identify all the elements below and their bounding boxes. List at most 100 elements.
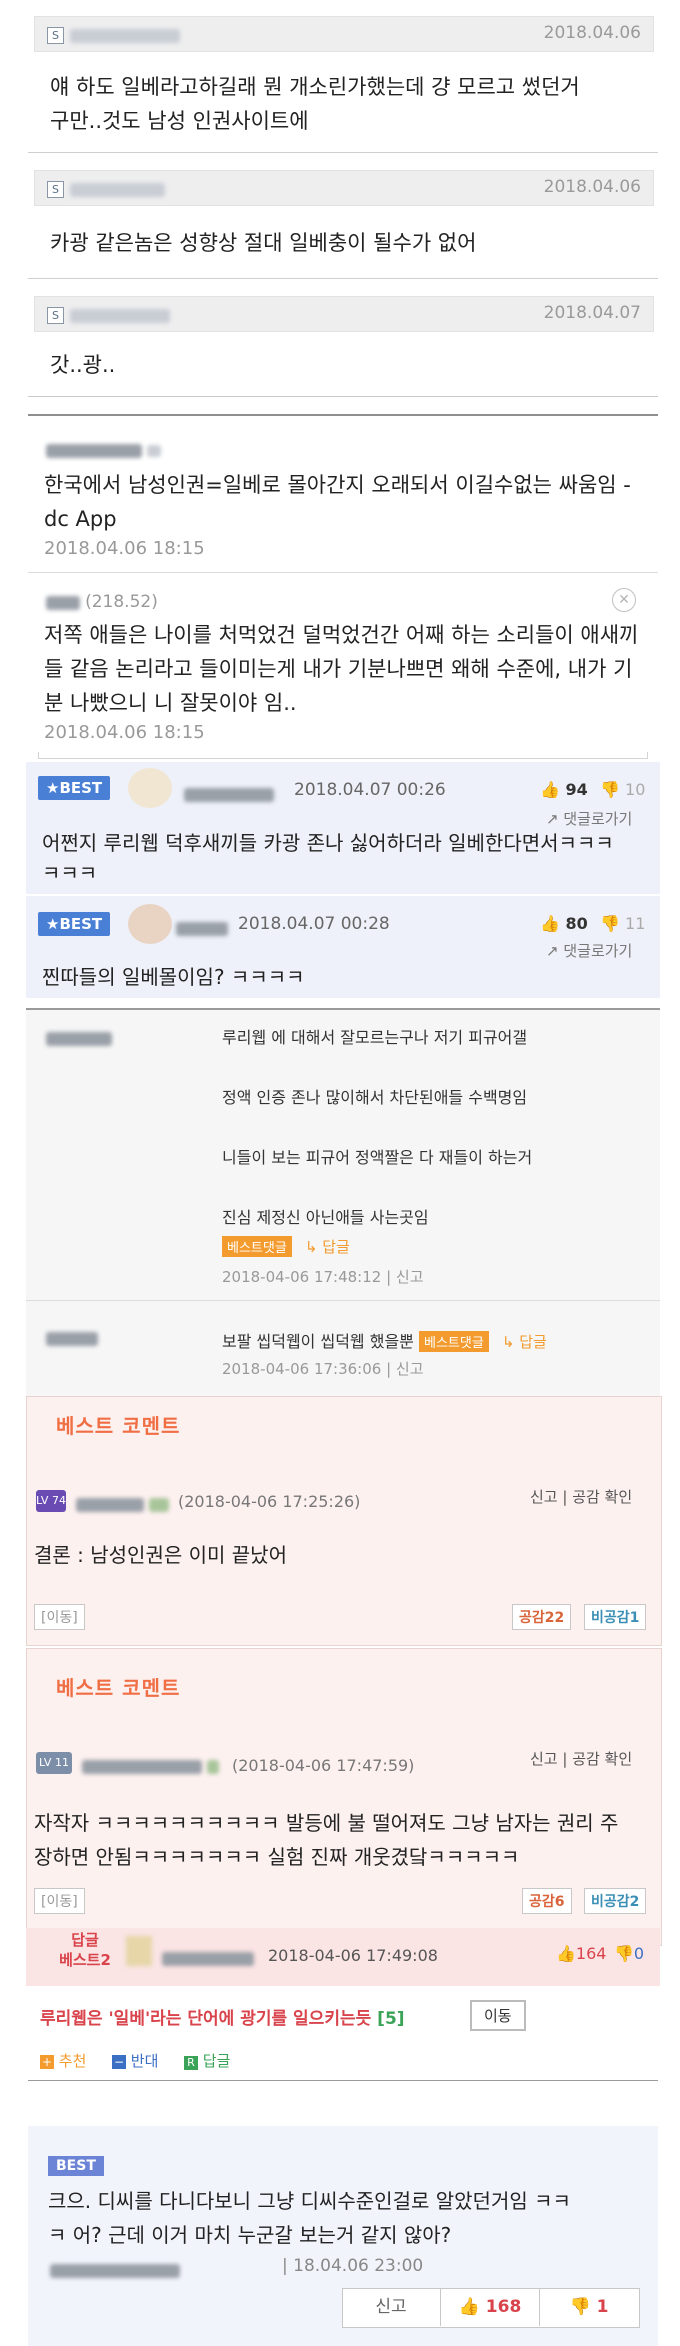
blurred-username — [50, 2263, 180, 2278]
goto-reply-link[interactable]: ↗ 댓글로가기 — [546, 940, 632, 961]
comment-text: 결론 : 남성인권은 이미 끝났어 — [34, 1543, 287, 1567]
thumbs-up-icon: 👍 — [556, 1944, 576, 1963]
comment-date: (2018-04-06 17:25:26) — [178, 1492, 361, 1511]
article-title-link[interactable]: 루리웹은 '일베'라는 단어에 광기를 일으키는듯 [5] — [40, 2004, 405, 2029]
downvote-button[interactable]: 👎 10 — [600, 780, 645, 799]
blurred-username — [176, 921, 228, 936]
blurred-username — [46, 1331, 98, 1346]
downvote-button[interactable]: 👎 11 — [600, 914, 645, 933]
comment-author — [46, 440, 162, 459]
comment-date: 2018.04.06 — [543, 23, 641, 43]
site-icon: S — [47, 181, 64, 198]
thumbs-down-icon: 👎 — [600, 914, 620, 933]
best-comment-title: 베스트 코멘트 — [56, 1414, 181, 1438]
comment-header: S 2018.04.06 — [34, 16, 654, 52]
avatar — [128, 904, 172, 944]
comment-text: 들 같음 논리라고 들이미는게 내가 기분나쁘면 왜해 수준에, 내가 기 — [44, 657, 633, 681]
thumbs-down-icon: 👎 — [600, 780, 620, 799]
report-button[interactable]: 신고 — [342, 2288, 440, 2326]
disagree-button[interactable]: 비공감1 — [584, 1604, 647, 1630]
comment-text: ㅋ 어? 근데 이거 마치 누군갈 보는거 같지 않아? — [48, 2223, 452, 2247]
reply-best-label: 답글 베스트2 — [59, 1931, 111, 1969]
move-button[interactable]: [이동] — [34, 1604, 85, 1630]
thumbs-up-icon: 👍 — [540, 780, 560, 799]
reply-arrow-icon: ↗ — [546, 942, 559, 960]
upvote-button[interactable]: 👍 80 — [540, 914, 588, 933]
comment-date: 2018.04.06 — [543, 177, 641, 197]
avatar — [126, 1936, 152, 1966]
best-badge: BEST — [48, 2156, 104, 2176]
best-reply-tag: 베스트댓글 — [419, 1331, 489, 1352]
thumbs-up-icon: 👍 — [540, 914, 560, 933]
user-icon — [149, 1497, 170, 1512]
comment-text: 자작자 ㅋㅋㅋㅋㅋㅋㅋㅋㅋㅋ 발등에 불 떨어져도 그냥 남자는 권리 주 — [34, 1811, 619, 1835]
divider — [28, 152, 658, 153]
comment-date: 2018-04-06 17:49:08 — [268, 1946, 438, 1965]
blurred-username — [46, 1031, 112, 1046]
best-date: 2018.04.07 00:28 — [238, 914, 390, 934]
upvote-button[interactable]: 👍 94 — [540, 780, 588, 799]
avatar — [128, 768, 172, 808]
reply-icon: R — [184, 2056, 198, 2070]
downvote-button[interactable]: 👎0 — [614, 1944, 644, 1963]
blurred-username — [82, 1759, 202, 1774]
reply-text: 정액 인증 존나 많이해서 차단된애들 수백명임 — [222, 1088, 528, 1107]
move-button[interactable]: [이동] — [34, 1888, 85, 1914]
upvote-button[interactable]: 👍 168 — [441, 2288, 539, 2326]
close-icon[interactable]: ✕ — [612, 588, 636, 612]
blurred-username — [70, 182, 165, 197]
divider — [28, 572, 658, 573]
best-text: 어쩐지 루리웹 덕후새끼들 카광 존나 싫어하더라 일베한다면서ㅋㅋㅋ — [42, 831, 614, 855]
best-text: ㅋㅋㅋ — [42, 861, 98, 885]
comment-text: 한국에서 남성인권=일베로 몰아간지 오래되서 이길수없는 싸움임 - — [44, 473, 631, 497]
level-badge: LV 11 — [36, 1752, 72, 1774]
comment-date: | 18.04.06 23:00 — [282, 2256, 424, 2276]
comment-text: 구만..것도 남성 인권사이트에 — [50, 109, 309, 133]
comment-text: 저쪽 애들은 나이를 처먹었건 덜먹었건간 어째 하는 소리들이 애새끼 — [44, 623, 639, 647]
comment-header: S 2018.04.06 — [34, 170, 654, 206]
comment-date: 2018.04.07 — [543, 303, 641, 323]
user-icon — [207, 1759, 220, 1774]
site-icon: S — [47, 27, 64, 44]
downvote-button[interactable]: 👎 1 — [540, 2288, 638, 2326]
best-comment-title: 베스트 코멘트 — [56, 1676, 181, 1700]
agree-button[interactable]: 공감6 — [522, 1888, 572, 1914]
comment-text: 갓..광.. — [50, 353, 116, 377]
divider — [26, 1300, 660, 1301]
reply-meta: 2018-04-06 17:48:12 | 신고 — [222, 1268, 424, 1286]
divider — [38, 752, 648, 759]
best-reply-tag: 베스트댓글 — [222, 1236, 292, 1257]
divider — [26, 894, 660, 896]
comment-text: 분 나빴으니 니 잘못이야 임.. — [44, 691, 297, 715]
divider — [28, 2080, 658, 2081]
reply-text: 진심 제정신 아닌애들 사는곳임 — [222, 1208, 429, 1227]
reply-link[interactable]: ↳ 답글 — [305, 1238, 350, 1256]
thumbs-down-icon: 👎 — [614, 1944, 634, 1963]
comment-count: [5] — [377, 2009, 405, 2029]
divider — [28, 278, 658, 279]
blurred-username — [46, 443, 142, 458]
report-agree-links[interactable]: 신고 | 공감 확인 — [530, 1748, 632, 1769]
recommend-button[interactable]: + 추천 — [40, 2050, 86, 2071]
disagree-button[interactable]: 비공감2 — [584, 1888, 647, 1914]
blurred-username — [70, 28, 180, 43]
comment-header: S 2018.04.07 — [34, 296, 654, 332]
agree-button[interactable]: 공감22 — [512, 1604, 572, 1630]
comment-text: 장하면 안됨ㅋㅋㅋㅋㅋㅋㅋ 실험 진짜 개웃겼닼ㅋㅋㅋㅋㅋ — [34, 1845, 520, 1869]
reply-link[interactable]: ↳ 답글 — [502, 1333, 547, 1351]
divider — [28, 396, 658, 397]
upvote-button[interactable]: 👍164 — [556, 1944, 606, 1963]
reply-text: 니들이 보는 피규어 정액짤은 다 재들이 하는거 — [222, 1148, 533, 1167]
blurred-username — [162, 1951, 254, 1966]
move-button[interactable]: 이동 — [470, 2000, 526, 2031]
comment-text: dc App — [44, 507, 117, 531]
oppose-button[interactable]: − 반대 — [112, 2050, 158, 2071]
comment-date: (2018-04-06 17:47:59) — [232, 1756, 415, 1775]
comment-text: 크으. 디씨를 다니다보니 그냥 디씨수준인걸로 알았던거임 ㅋㅋ — [48, 2189, 571, 2213]
blurred-username — [70, 308, 170, 323]
comment-date: 2018.04.06 18:15 — [44, 538, 205, 559]
reply-button[interactable]: R 답글 — [184, 2050, 230, 2071]
blurred-username — [46, 595, 80, 610]
report-agree-links[interactable]: 신고 | 공감 확인 — [530, 1486, 632, 1507]
reply-meta: 2018-04-06 17:36:06 | 신고 — [222, 1360, 424, 1378]
